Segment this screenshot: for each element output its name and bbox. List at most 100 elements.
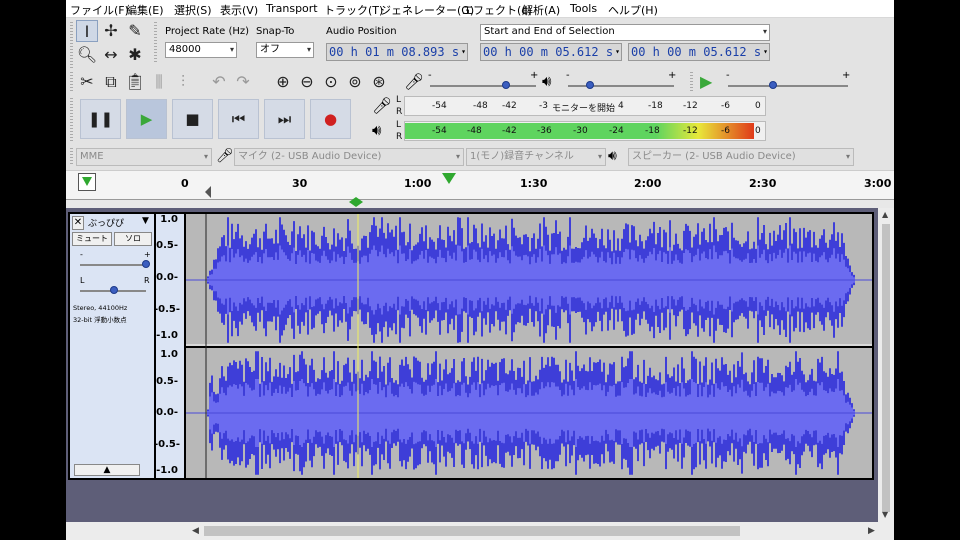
waveform-display[interactable]	[184, 212, 874, 480]
gain-slider-thumb[interactable]	[142, 260, 150, 268]
horizontal-scrollbar[interactable]: ◀ ▶	[66, 522, 894, 540]
record-meter[interactable]: -54 -48 -42 -3 モニターを開始 4 -18 -12 -6 0	[404, 96, 766, 116]
vertical-scrollbar[interactable]: ▲ ▼	[878, 208, 894, 522]
selection-start-marker-icon[interactable]	[205, 186, 211, 198]
trim-icon[interactable]: ⫼	[148, 71, 170, 93]
play-meter[interactable]: -54 -48 -42 -36 -30 -24 -18 -12 -6 0	[404, 121, 766, 141]
scrub-handle-icon[interactable]	[349, 197, 363, 207]
toolbar-grip[interactable]	[70, 22, 73, 68]
cut-icon[interactable]: ✂	[76, 71, 98, 93]
rec-vol-plus: +	[530, 70, 539, 81]
toolbar-grip[interactable]	[70, 72, 73, 92]
playback-volume-thumb[interactable]	[586, 81, 594, 89]
play-vol-plus: +	[668, 70, 677, 81]
menu-analyze[interactable]: 解析(A)	[522, 2, 560, 18]
solo-button[interactable]: ソロ	[114, 232, 152, 246]
menu-tools[interactable]: Tools	[570, 2, 597, 15]
gain-slider[interactable]	[80, 264, 146, 266]
microphone-icon: 🎤︎	[216, 148, 234, 164]
close-track-icon[interactable]: ✕	[72, 216, 84, 230]
horizontal-scroll-thumb[interactable]	[204, 526, 740, 536]
snap-to-select[interactable]: オフ ▾	[256, 42, 314, 58]
chevron-down-icon: ▾	[615, 47, 620, 56]
play-speed-slider[interactable]	[728, 85, 848, 87]
menu-select[interactable]: 選択(S)	[174, 2, 212, 18]
menu-view[interactable]: 表示(V)	[220, 2, 258, 18]
selection-end-field[interactable]: 00 h 00 m 05.612 s ▾	[628, 43, 770, 61]
audio-host-select[interactable]: MME ▾	[76, 148, 212, 166]
toolbar-grip[interactable]	[690, 72, 693, 92]
timeshift-tool-icon[interactable]: ↔	[100, 44, 122, 66]
play-at-speed-icon[interactable]: ▶	[700, 72, 712, 91]
vertical-scroll-thumb[interactable]	[882, 224, 890, 512]
chevron-down-icon: ▾	[763, 47, 768, 56]
selection-mode-select[interactable]: Start and End of Selection ▾	[480, 24, 770, 41]
menu-transport[interactable]: Transport	[266, 2, 318, 15]
play-button[interactable]: ▶	[126, 99, 167, 139]
selection-tool-icon[interactable]: I	[76, 20, 98, 42]
play-position-marker-icon[interactable]	[442, 173, 456, 184]
pan-slider-thumb[interactable]	[110, 286, 118, 294]
envelope-tool-icon[interactable]: ✢	[100, 20, 122, 42]
record-meter-icon[interactable]: 🎤︎	[372, 96, 392, 115]
pause-button[interactable]: ❚❚	[80, 99, 121, 139]
multi-tool-icon[interactable]: ✱	[124, 44, 146, 66]
silence-icon[interactable]: ⫶	[172, 71, 194, 93]
rec-vol-minus: -	[428, 70, 432, 81]
scroll-down-icon[interactable]: ▼	[882, 510, 888, 519]
project-rate-select[interactable]: 48000 ▾	[165, 42, 237, 58]
play-meter-icon[interactable]: 🔊︎	[372, 121, 381, 139]
menu-help[interactable]: ヘルプ(H)	[608, 2, 658, 18]
ruler-label: 30	[292, 177, 308, 190]
zoom-toggle-icon[interactable]: ⊛	[368, 71, 390, 93]
toolbar-grip[interactable]	[70, 98, 73, 142]
paste-icon[interactable]: 📋︎	[124, 71, 146, 93]
mute-button[interactable]: ミュート	[72, 232, 112, 246]
scroll-up-icon[interactable]: ▲	[882, 210, 888, 219]
fit-selection-icon[interactable]: ⊙	[320, 71, 342, 93]
skip-start-button[interactable]: ⏮︎	[218, 99, 259, 139]
fit-project-icon[interactable]: ⊚	[344, 71, 366, 93]
chevron-down-icon: ▾	[762, 27, 767, 36]
microphone-icon: 🎤︎	[404, 72, 425, 91]
zoom-in-icon[interactable]: ⊕	[272, 71, 294, 93]
track-name[interactable]: ぶっぴぴ	[88, 216, 136, 229]
toolbar-grip[interactable]	[154, 22, 157, 64]
track-control-panel[interactable]: ✕ ぶっぴぴ ▼ ミュート ソロ - + L R Stereo, 44100Hz…	[68, 212, 156, 480]
playback-volume-slider[interactable]	[568, 85, 674, 87]
menu-file[interactable]: ファイル(F)	[70, 2, 129, 18]
chevron-down-icon: ▾	[461, 47, 466, 56]
chevron-down-icon: ▾	[229, 45, 234, 54]
menu-edit[interactable]: 編集(E)	[126, 2, 164, 18]
menu-generate[interactable]: ジェネレーター(G)	[380, 2, 474, 18]
collapse-track-button[interactable]: ▲	[74, 464, 140, 476]
track-format-info: Stereo, 44100Hz	[73, 304, 128, 312]
playback-device-select[interactable]: スピーカー (2- USB Audio Device) ▾	[628, 148, 854, 166]
undo-icon[interactable]: ↶	[208, 71, 230, 93]
scroll-left-icon[interactable]: ◀	[192, 526, 199, 536]
stop-button[interactable]: ■	[172, 99, 213, 139]
zoom-tool-icon[interactable]: 🔍︎	[76, 44, 98, 66]
audio-position-field[interactable]: 00 h 01 m 08.893 s ▾	[326, 43, 468, 61]
audacity-window: ファイル(F) 編集(E) 選択(S) 表示(V) Transport トラック…	[66, 0, 894, 540]
menu-tracks[interactable]: トラック(T)	[324, 2, 383, 18]
recording-volume-thumb[interactable]	[502, 81, 510, 89]
play-speed-thumb[interactable]	[769, 81, 777, 89]
timeline-options-button[interactable]	[78, 173, 96, 191]
scroll-right-icon[interactable]: ▶	[868, 526, 875, 536]
selection-start-field[interactable]: 00 h 00 m 05.612 s ▾	[480, 43, 622, 61]
chevron-down-icon: ▾	[455, 152, 460, 161]
chevron-down-icon[interactable]: ▼	[142, 216, 149, 226]
recording-device-select[interactable]: マイク (2- USB Audio Device) ▾	[234, 148, 464, 166]
speaker-icon: 🔊︎	[608, 148, 617, 164]
recording-volume-slider[interactable]	[430, 85, 536, 87]
redo-icon[interactable]: ↷	[232, 71, 254, 93]
skip-end-button[interactable]: ⏭︎	[264, 99, 305, 139]
ruler-label: 3:00	[864, 177, 892, 190]
zoom-out-icon[interactable]: ⊖	[296, 71, 318, 93]
copy-icon[interactable]: ⧉	[100, 71, 122, 93]
recording-channels-select[interactable]: 1(モノ)録音チャンネル ▾	[466, 148, 606, 166]
draw-tool-icon[interactable]: ✎	[124, 20, 146, 42]
record-button[interactable]: ●	[310, 99, 351, 139]
toolbar-grip[interactable]	[70, 148, 73, 166]
